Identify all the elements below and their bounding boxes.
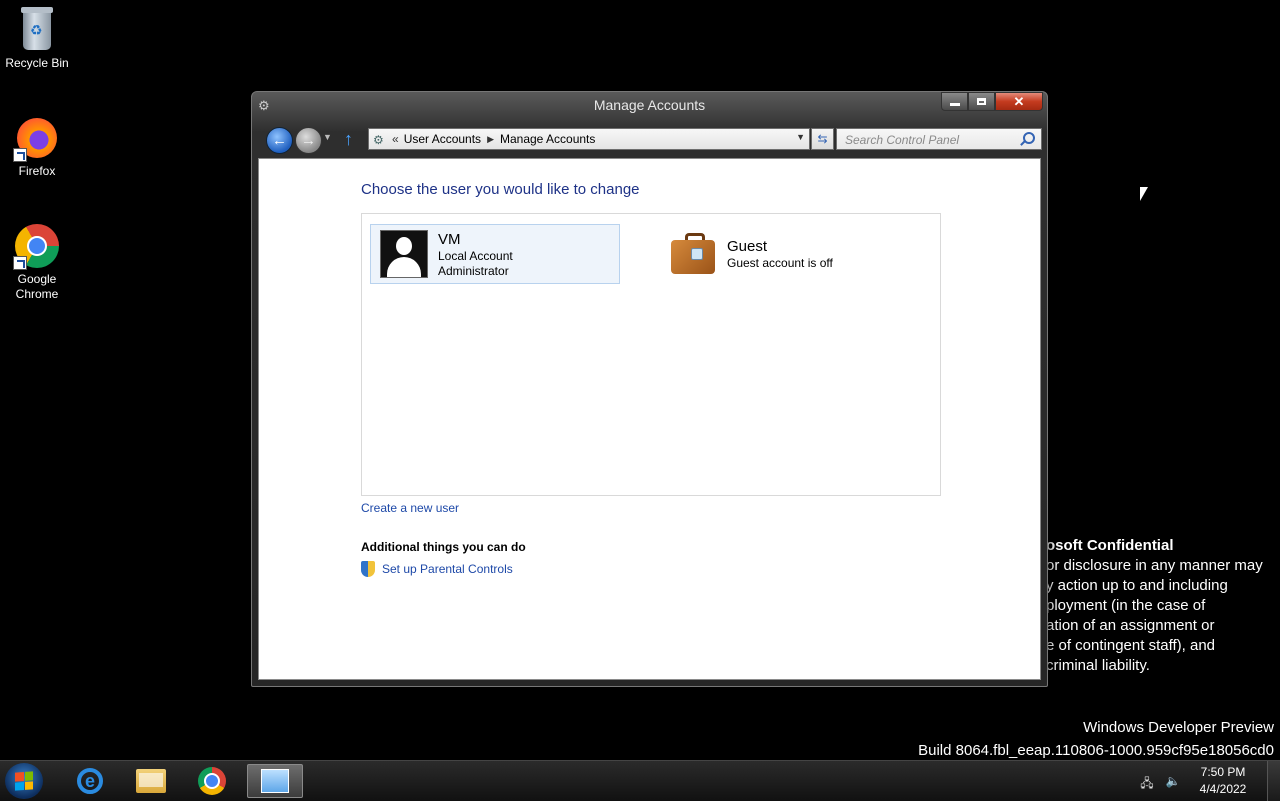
windows-logo-icon — [15, 771, 33, 791]
account-role: Administrator — [438, 264, 509, 278]
refresh-button[interactable]: ⇆ — [811, 128, 834, 150]
mouse-cursor-icon — [1139, 186, 1148, 201]
additional-heading: Additional things you can do — [361, 540, 526, 554]
forward-button[interactable]: → — [295, 127, 322, 154]
recycle-bin-icon — [21, 7, 53, 50]
taskbar-chrome[interactable] — [184, 764, 240, 798]
volume-icon[interactable]: 🔈 — [1165, 774, 1181, 788]
page-title: Choose the user you would like to change — [361, 181, 640, 198]
watermark-line: criminal liability. — [1046, 657, 1150, 674]
file-explorer-icon — [136, 769, 166, 793]
clock-date: 4/4/2022 — [1199, 782, 1247, 796]
build-number: Build 8064.fbl_eeap.110806-1000.959cf95e… — [918, 742, 1274, 759]
network-icon[interactable]: 🖧 — [1139, 774, 1155, 790]
breadcrumb-manage-accounts[interactable]: Manage Accounts — [500, 132, 595, 146]
watermark-heading: osoft Confidential — [1046, 537, 1174, 554]
recent-pages-dropdown[interactable]: ▼ — [323, 132, 332, 142]
search-icon[interactable] — [1023, 132, 1035, 144]
shortcut-arrow-icon — [13, 148, 27, 162]
watermark-line: ation of an assignment or — [1046, 617, 1215, 634]
close-icon: ✕ — [1013, 93, 1025, 109]
account-tile-guest[interactable]: Guest Guest account is off — [669, 230, 929, 290]
refresh-icon: ⇆ — [817, 132, 828, 146]
up-arrow-icon: ↑ — [344, 129, 353, 149]
back-button[interactable]: ← — [266, 127, 293, 154]
minimize-icon — [949, 103, 960, 106]
system-tray: 🖧 🔈 7:50 PM 4/4/2022 — [1139, 761, 1280, 801]
build-info: Windows Developer Preview Build 8064.fbl… — [918, 716, 1274, 762]
control-panel-icon: ⚙ — [373, 132, 384, 147]
manage-accounts-window: ⚙ Manage Accounts ✕ ← → ▼ ↑ ⚙ « User Acc… — [251, 91, 1048, 687]
account-info: Guest Guest account is off — [727, 230, 833, 271]
search-box[interactable] — [836, 128, 1042, 150]
control-panel-icon — [261, 769, 289, 793]
taskbar-control-panel[interactable] — [247, 764, 303, 798]
desktop-icon-firefox[interactable]: Firefox — [0, 114, 74, 179]
taskbar-file-explorer[interactable] — [123, 764, 179, 798]
account-name: VM — [438, 231, 461, 248]
breadcrumb-overflow[interactable]: « — [392, 132, 399, 146]
confidential-watermark: osoft Confidential or disclosure in any … — [1046, 536, 1280, 676]
taskbar: e 🖧 🔈 7:50 PM 4/4/2022 — [0, 760, 1280, 801]
user-avatar-icon — [380, 230, 428, 278]
account-type: Local Account — [438, 249, 513, 263]
shortcut-arrow-icon — [13, 256, 27, 270]
account-status: Guest account is off — [727, 256, 833, 270]
desktop-icon-label: Recycle Bin — [5, 56, 69, 70]
clock[interactable]: 7:50 PM 4/4/2022 — [1191, 764, 1255, 798]
watermark-line: or disclosure in any manner may — [1046, 557, 1263, 574]
show-desktop-button[interactable] — [1267, 761, 1280, 801]
address-bar[interactable]: ⚙ « User Accounts ▶ Manage Accounts ▼ — [368, 128, 810, 150]
breadcrumb-separator-icon[interactable]: ▶ — [487, 134, 494, 145]
up-button[interactable]: ↑ — [344, 129, 353, 150]
internet-explorer-icon: e — [77, 768, 103, 794]
clock-time: 7:50 PM — [1200, 765, 1246, 779]
parental-controls-row[interactable]: Set up Parental Controls — [361, 561, 513, 577]
forward-arrow-icon: → — [301, 132, 316, 149]
back-arrow-icon: ← — [272, 132, 287, 149]
navigation-bar: ← → ▼ ↑ ⚙ « User Accounts ▶ Manage Accou… — [264, 126, 1042, 154]
minimize-button[interactable] — [941, 92, 968, 111]
chrome-icon — [198, 767, 226, 795]
account-tile-vm[interactable]: VM Local Account Administrator — [370, 224, 620, 284]
taskbar-internet-explorer[interactable]: e — [62, 764, 118, 798]
desktop-icon-label: Google Chrome — [15, 272, 59, 301]
window-title: Manage Accounts — [593, 97, 706, 113]
start-button[interactable] — [5, 763, 43, 799]
close-button[interactable]: ✕ — [995, 92, 1043, 111]
create-new-user-link[interactable]: Create a new user — [361, 501, 459, 515]
shield-icon — [361, 561, 375, 577]
build-edition: Windows Developer Preview — [1083, 719, 1274, 736]
breadcrumb-user-accounts[interactable]: User Accounts — [404, 132, 481, 146]
content-pane: Choose the user you would like to change… — [258, 158, 1041, 680]
watermark-line: e of contingent staff), and — [1046, 637, 1216, 654]
search-input[interactable] — [843, 130, 1017, 150]
address-dropdown-icon[interactable]: ▼ — [796, 132, 805, 142]
account-name: Guest — [727, 238, 768, 255]
account-info: VM Local Account Administrator — [438, 225, 513, 279]
guest-suitcase-icon — [669, 230, 717, 278]
watermark-line: y action up to and including — [1046, 577, 1228, 594]
desktop-icon-chrome[interactable]: Google Chrome — [0, 222, 74, 302]
parental-controls-link[interactable]: Set up Parental Controls — [382, 562, 513, 576]
maximize-icon — [977, 98, 986, 105]
maximize-button[interactable] — [968, 92, 995, 111]
desktop-icon-label: Firefox — [18, 164, 56, 178]
accounts-list: VM Local Account Administrator Guest Gue… — [361, 213, 941, 496]
watermark-line: ployment (in the case of — [1046, 597, 1206, 614]
window-controls: ✕ — [941, 92, 1043, 111]
desktop-icon-recycle-bin[interactable]: Recycle Bin — [0, 6, 74, 71]
